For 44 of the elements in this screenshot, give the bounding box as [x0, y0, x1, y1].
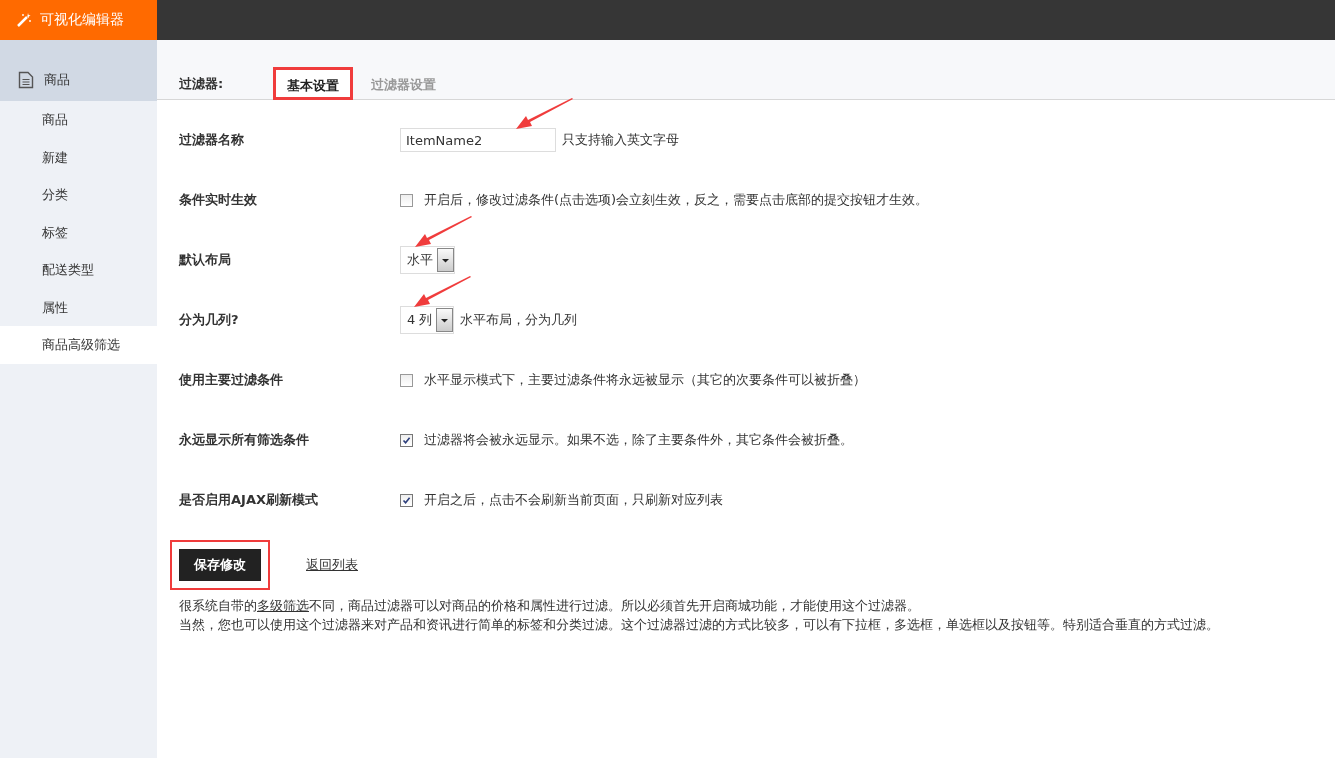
dropdown-caret-icon [437, 248, 454, 272]
checkbox[interactable] [400, 193, 413, 207]
field-label: 使用主要过滤条件 [179, 371, 284, 389]
field-label: 默认布局 [179, 251, 232, 269]
sidebar-item[interactable]: 配送类型 [0, 251, 157, 289]
sidebar-item[interactable]: 商品 [0, 101, 157, 139]
help-text: 水平显示模式下，主要过滤条件将永远被显示（其它的次要条件可以被折叠） [424, 371, 866, 389]
multi-filter-link[interactable]: 多级筛选 [257, 598, 309, 613]
checkbox[interactable] [400, 433, 413, 447]
annotation-arrow [414, 276, 473, 308]
description-text: 当然，您也可以使用这个过滤器来对产品和资讯进行简单的标签和分类过滤。这个过滤器过滤的方式比较多，可以有下拉框，多选框，单选框以及按钮等。特别适合垂直的方式过滤。 [179, 616, 1220, 634]
sidebar-item[interactable]: 商品高级筛选 [0, 326, 157, 364]
back-to-list-link[interactable]: 返回列表 [306, 556, 358, 574]
field-label: 是否启用AJAX刷新模式 [179, 491, 319, 509]
help-text: 水平布局，分为几列 [460, 311, 578, 329]
sidebar-item[interactable]: 新建 [0, 138, 157, 176]
help-text: 只支持输入英文字母 [562, 131, 679, 149]
field-label: 过滤器名称 [179, 131, 245, 149]
tab[interactable]: 基本设置 [273, 67, 353, 100]
field-label: 条件实时生效 [179, 191, 258, 209]
field-label: 永远显示所有筛选条件 [179, 431, 310, 449]
save-button[interactable]: 保存修改 [179, 549, 261, 581]
group-label: 商品 [44, 70, 70, 89]
annotation-arrow [516, 98, 574, 130]
checkbox[interactable] [400, 493, 413, 507]
field-label: 分为几列? [179, 311, 240, 329]
annotation-arrow [415, 216, 473, 248]
checkbox[interactable] [400, 373, 413, 387]
sidebar-item[interactable]: 分类 [0, 176, 157, 214]
dropdown[interactable]: 水平 [400, 246, 455, 274]
sidebar-item[interactable]: 属性 [0, 288, 157, 326]
sidebar-item[interactable]: 标签 [0, 213, 157, 251]
app-title: 可视化编辑器 [40, 11, 124, 29]
magic-wand-icon [16, 12, 32, 28]
help-text: 开启之后，点击不会刷新当前页面，只刷新对应列表 [424, 491, 723, 509]
sidebar-group-header[interactable]: 商品 [0, 40, 157, 101]
tabs-label: 过滤器: [179, 75, 225, 93]
help-text: 过滤器将会被永远显示。如果不选，除了主要条件外，其它条件会被折叠。 [424, 431, 853, 449]
name-input-field[interactable]: ItemName2 [400, 128, 556, 152]
dropdown[interactable]: 4 列 [400, 306, 455, 334]
document-icon [18, 70, 34, 89]
dropdown-caret-icon [436, 308, 454, 332]
description-text: 很系统自带的多级筛选不同，商品过滤器可以对商品的价格和属性进行过滤。所以必须首先开启商城功能，才能使用这个过滤器。 [179, 597, 921, 615]
help-text: 开启后，修改过滤条件(点击选项)会立刻生效，反之，需要点击底部的提交按钮才生效。 [424, 191, 929, 209]
